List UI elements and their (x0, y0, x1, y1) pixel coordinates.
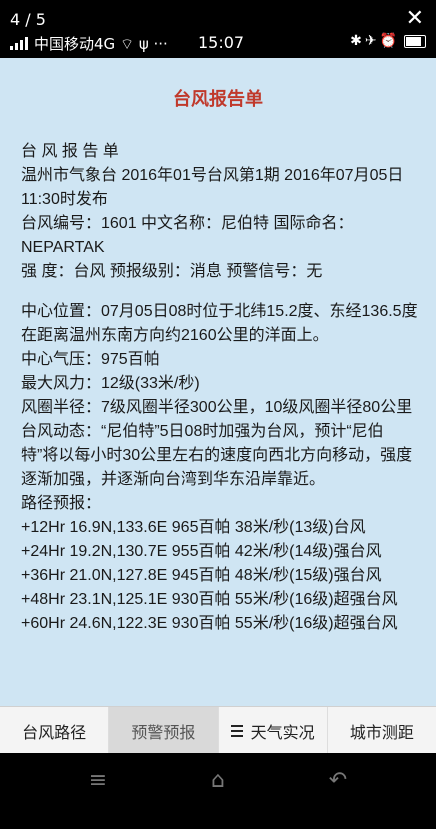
battery-icon (404, 34, 426, 48)
report-view[interactable]: 台风报告单 台 风 报 告 单 温州市气象台 2016年01号台风第1期 201… (0, 58, 436, 706)
system-icons: ✱✈⏰ (350, 33, 426, 49)
report-line: +24Hr 19.2N,130.7E 955百帕 42米/秒(14级)强台风 (21, 543, 382, 560)
page-title: 台风报告单 (173, 89, 263, 110)
report-line: +48Hr 23.1N,125.1E 930百帕 55米/秒(16级)超强台风 (21, 591, 398, 608)
mute-icon: ✈ (364, 33, 380, 49)
back-icon[interactable]: ↶ (298, 753, 378, 807)
status-bar: 4 / 5 ✕ 中国移动4G ⌔ ψ ··· 15:07 ✱✈⏰ (0, 0, 436, 58)
tab-warning-forecast[interactable]: 预警预报 (109, 707, 219, 754)
report-line: 中心位置：07月05日08时位于北纬15.2度、东经136.5度 (21, 303, 418, 320)
menu-nav-icon[interactable]: ≡ (58, 753, 138, 807)
report-line: 在距离温州东南方向约2160公里的洋面上。 (21, 327, 329, 344)
system-nav-bar: ≡ ⌂ ↶ (0, 753, 436, 829)
report-line: +12Hr 16.9N,133.6E 965百帕 38米/秒(13级)台风 (21, 519, 366, 536)
report-line: 风圈半径：7级风圈半径300公里，10级风圈半径80公里 (21, 399, 413, 416)
signal-icon (10, 36, 28, 50)
home-icon[interactable]: ⌂ (178, 753, 258, 807)
tab-label: 台风路径 (22, 722, 87, 742)
clock: 15:07 (198, 33, 245, 52)
wifi-icon: ⌔ (119, 35, 135, 53)
report-line: 台风动态：“尼伯特”5日08时加强为台风，预计“尼伯特”将以每小时30公里左右的… (21, 423, 413, 488)
report-line: 路径预报： (21, 495, 102, 512)
report-line: 中心气压：975百帕 (21, 351, 160, 368)
bottom-tab-bar: 台风路径 预警预报 天气实况 城市测距 (0, 706, 436, 754)
bluetooth-icon: ✱ (350, 33, 365, 49)
alarm-icon: ⏰ (379, 33, 400, 49)
report-line: 强 度：台风 预报级别：消息 预警信号：无 (21, 263, 323, 280)
close-icon[interactable]: ✕ (406, 8, 424, 30)
report-line: 台风编号：1601 中文名称：尼伯特 国际命名：NEPARTAK (21, 215, 354, 256)
tab-city-distance[interactable]: 城市测距 (328, 707, 436, 754)
tab-weather-live[interactable]: 天气实况 (219, 707, 328, 754)
report-body: 台 风 报 告 单 温州市气象台 2016年01号台风第1期 2016年07月0… (21, 140, 419, 636)
report-line: 台 风 报 告 单 (21, 143, 119, 160)
report-spacer (21, 284, 419, 300)
menu-icon (230, 722, 243, 740)
tab-label: 天气实况 (250, 722, 315, 742)
image-counter: 4 / 5 (10, 10, 46, 29)
report-line: 最大风力：12级(33米/秒) (21, 375, 200, 392)
carrier-name: 中国移动4G (34, 35, 116, 53)
report-line: 温州市气象台 2016年01号台风第1期 2016年07月05日11:30时发布 (21, 167, 404, 208)
tab-label: 预警预报 (131, 722, 196, 742)
report-line: +60Hr 24.6N,122.3E 930百帕 55米/秒(16级)超强台风 (21, 615, 398, 632)
report-line: +36Hr 21.0N,127.8E 945百帕 48米/秒(15级)强台风 (21, 567, 382, 584)
tab-label: 城市测距 (349, 722, 414, 742)
usb-icon: ψ ··· (138, 35, 168, 53)
tab-typhoon-path[interactable]: 台风路径 (0, 707, 110, 754)
